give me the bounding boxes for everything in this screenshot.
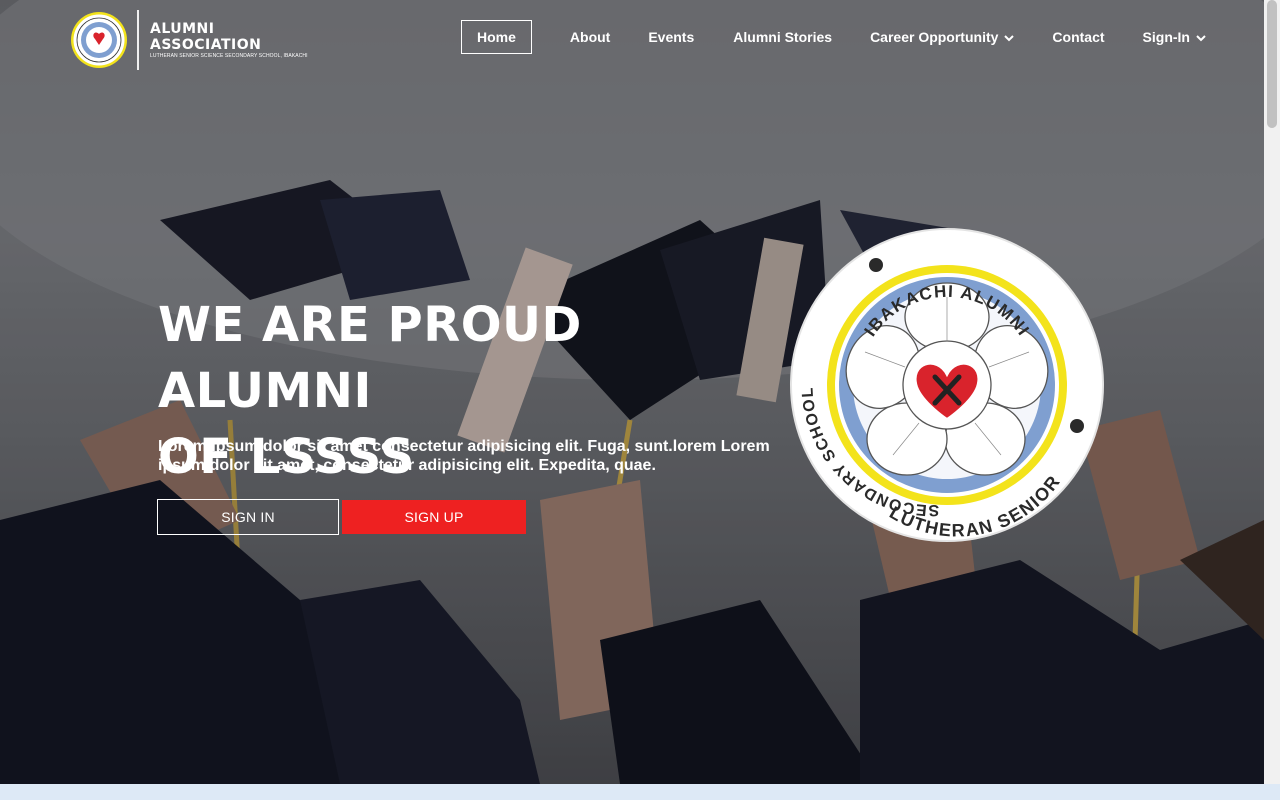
page-scrollbar[interactable]	[1264, 0, 1280, 784]
sign-in-button[interactable]: SIGN IN	[157, 499, 339, 535]
sign-in-button-label: SIGN IN	[221, 509, 275, 525]
nav-home-label: Home	[477, 29, 516, 45]
chevron-down-icon	[1196, 20, 1206, 54]
hero-headline-line1: WE ARE PROUD ALUMNI	[158, 297, 582, 419]
nav-about-label: About	[569, 29, 611, 45]
hero-description: Lorem ipsum dolor sit amet consectetur a…	[158, 438, 770, 474]
nav-career-opportunity-label: Career Opportunity	[870, 29, 999, 45]
brand-logo-link[interactable]: ALUMNI ASSOCIATION LUTHERAN SENIOR SCIEN…	[71, 10, 308, 70]
brand-title-line2: ASSOCIATION	[150, 36, 262, 53]
next-section-strip	[0, 784, 1280, 800]
brand-title-line1: ALUMNI	[150, 20, 215, 37]
nav-alumni-stories-label: Alumni Stories	[733, 29, 833, 45]
nav-contact[interactable]: Contact	[1052, 20, 1104, 54]
nav-events-label: Events	[648, 29, 695, 45]
nav-about[interactable]: About	[570, 20, 610, 54]
scrollbar-thumb[interactable]	[1267, 0, 1277, 128]
school-seal-image: IBAKACHI ALUMNI SECONDARY SCHOOL LUTHERA…	[790, 228, 1104, 542]
nav-career-opportunity[interactable]: Career Opportunity	[870, 20, 1015, 54]
brand-subtitle: LUTHERAN SENIOR SCIENCE SECONDARY SCHOOL…	[150, 52, 308, 59]
sign-up-button-label: SIGN UP	[404, 509, 464, 525]
nav-contact-label: Contact	[1052, 29, 1105, 45]
main-navigation: Home About Events Alumni Stories Career …	[461, 20, 1206, 54]
nav-home[interactable]: Home	[461, 20, 532, 54]
nav-alumni-stories[interactable]: Alumni Stories	[733, 20, 832, 54]
brand-divider	[137, 10, 139, 70]
nav-sign-in[interactable]: Sign-In	[1143, 20, 1206, 54]
sign-up-button[interactable]: SIGN UP	[342, 500, 526, 534]
nav-sign-in-label: Sign-In	[1142, 29, 1190, 45]
nav-events[interactable]: Events	[648, 20, 694, 54]
chevron-down-icon	[1004, 20, 1015, 54]
alumni-logo-icon	[71, 12, 127, 68]
